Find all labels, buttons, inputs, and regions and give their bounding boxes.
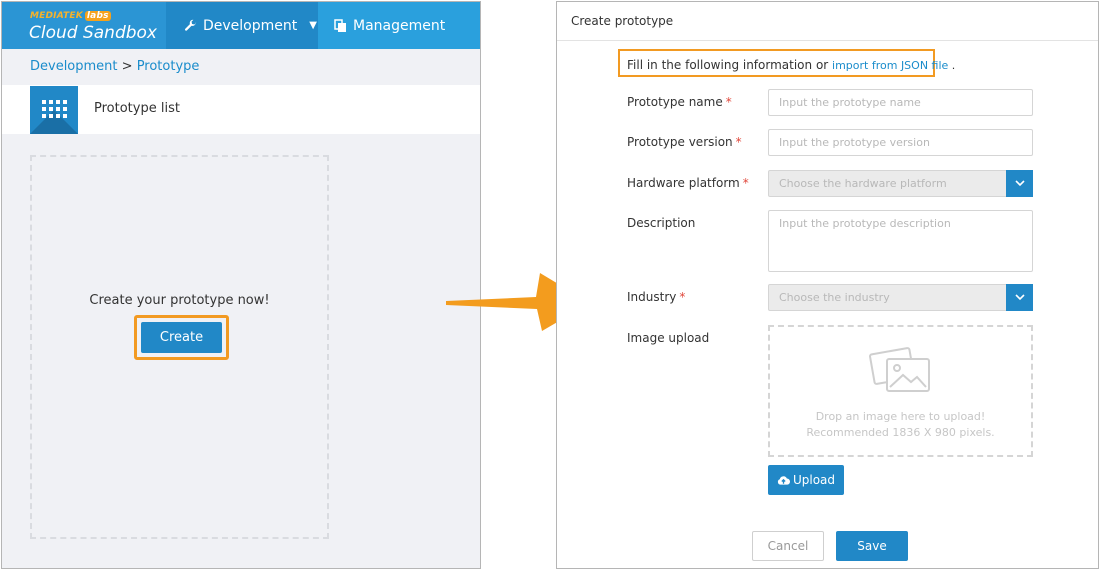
empty-prototype-card: Create your prototype now! Create	[30, 155, 329, 539]
hardware-platform-placeholder: Choose the hardware platform	[779, 177, 947, 190]
brand-logo[interactable]: MEDIATEK labs Cloud Sandbox	[2, 2, 166, 49]
hardware-platform-label: Hardware platform *	[627, 176, 749, 190]
hardware-platform-select[interactable]: Choose the hardware platform	[768, 170, 1033, 197]
required-mark: *	[679, 290, 686, 304]
breadcrumb-separator: >	[117, 59, 137, 74]
document-icon	[334, 18, 346, 32]
description-label: Description	[627, 216, 696, 230]
drop-zone-line-2: Recommended 1836 X 980 pixels.	[806, 426, 995, 439]
upload-button[interactable]: Upload	[768, 465, 844, 495]
description-textarea[interactable]: Input the prototype description	[768, 210, 1033, 272]
prototype-version-label: Prototype version *	[627, 135, 742, 149]
breadcrumb-development[interactable]: Development	[30, 59, 118, 74]
nav-development[interactable]: Development ▼	[166, 2, 318, 49]
nav-management[interactable]: Management	[318, 2, 445, 49]
image-upload-label: Image upload	[627, 331, 710, 345]
import-json-link[interactable]: import from JSON file	[832, 59, 948, 72]
brand-product-name: Cloud Sandbox	[29, 23, 157, 43]
page-title: Prototype list	[94, 101, 180, 116]
industry-select[interactable]: Choose the industry	[768, 284, 1033, 311]
required-mark: *	[725, 95, 732, 109]
breadcrumb: Development > Prototype	[30, 59, 199, 74]
caret-down-icon: ▼	[309, 20, 317, 31]
upload-button-label: Upload	[792, 473, 836, 487]
nav-development-label: Development	[203, 17, 298, 34]
brand-company: MEDIATEK labs	[30, 11, 111, 21]
nav-management-label: Management	[353, 17, 446, 34]
chevron-down-icon[interactable]	[1006, 170, 1033, 197]
create-prototype-dialog: Create prototype Fill in the following i…	[556, 1, 1099, 569]
prototype-name-label: Prototype name *	[627, 95, 732, 109]
required-mark: *	[735, 135, 742, 149]
cloud-upload-icon	[777, 475, 790, 485]
prototype-list-header: Prototype list	[2, 85, 480, 134]
chevron-down-icon[interactable]	[1006, 284, 1033, 311]
breadcrumb-prototype[interactable]: Prototype	[137, 59, 200, 74]
image-icon	[869, 347, 930, 392]
dialog-title: Create prototype	[557, 2, 1098, 41]
intro-text: Fill in the following information or	[627, 58, 833, 72]
save-button[interactable]: Save	[836, 531, 908, 561]
grid-icon	[30, 86, 78, 134]
drop-zone-text: Drop an image here to upload! Recommende…	[770, 409, 1031, 441]
empty-prompt-text: Create your prototype now!	[89, 293, 270, 308]
industry-label: Industry *	[627, 290, 686, 304]
drop-zone-line-1: Drop an image here to upload!	[815, 410, 986, 423]
app-screen-prototype-list: MEDIATEK labs Cloud Sandbox Development ▼…	[1, 1, 481, 569]
industry-placeholder: Choose the industry	[779, 291, 890, 304]
top-navbar: MEDIATEK labs Cloud Sandbox Development ▼…	[2, 2, 480, 49]
intro-highlight: Fill in the following information or imp…	[618, 49, 955, 77]
image-drop-zone[interactable]: Drop an image here to upload! Recommende…	[768, 325, 1033, 457]
prototype-version-input[interactable]: Input the prototype version	[768, 129, 1033, 156]
brand-labs-badge: labs	[84, 11, 111, 21]
wrench-icon	[184, 19, 197, 31]
required-mark: *	[742, 176, 749, 190]
create-button-highlight: Create	[134, 315, 229, 360]
create-button[interactable]: Create	[141, 322, 222, 353]
prototype-name-input[interactable]: Input the prototype name	[768, 89, 1033, 116]
cancel-button[interactable]: Cancel	[752, 531, 824, 561]
intro-end: .	[948, 59, 956, 72]
